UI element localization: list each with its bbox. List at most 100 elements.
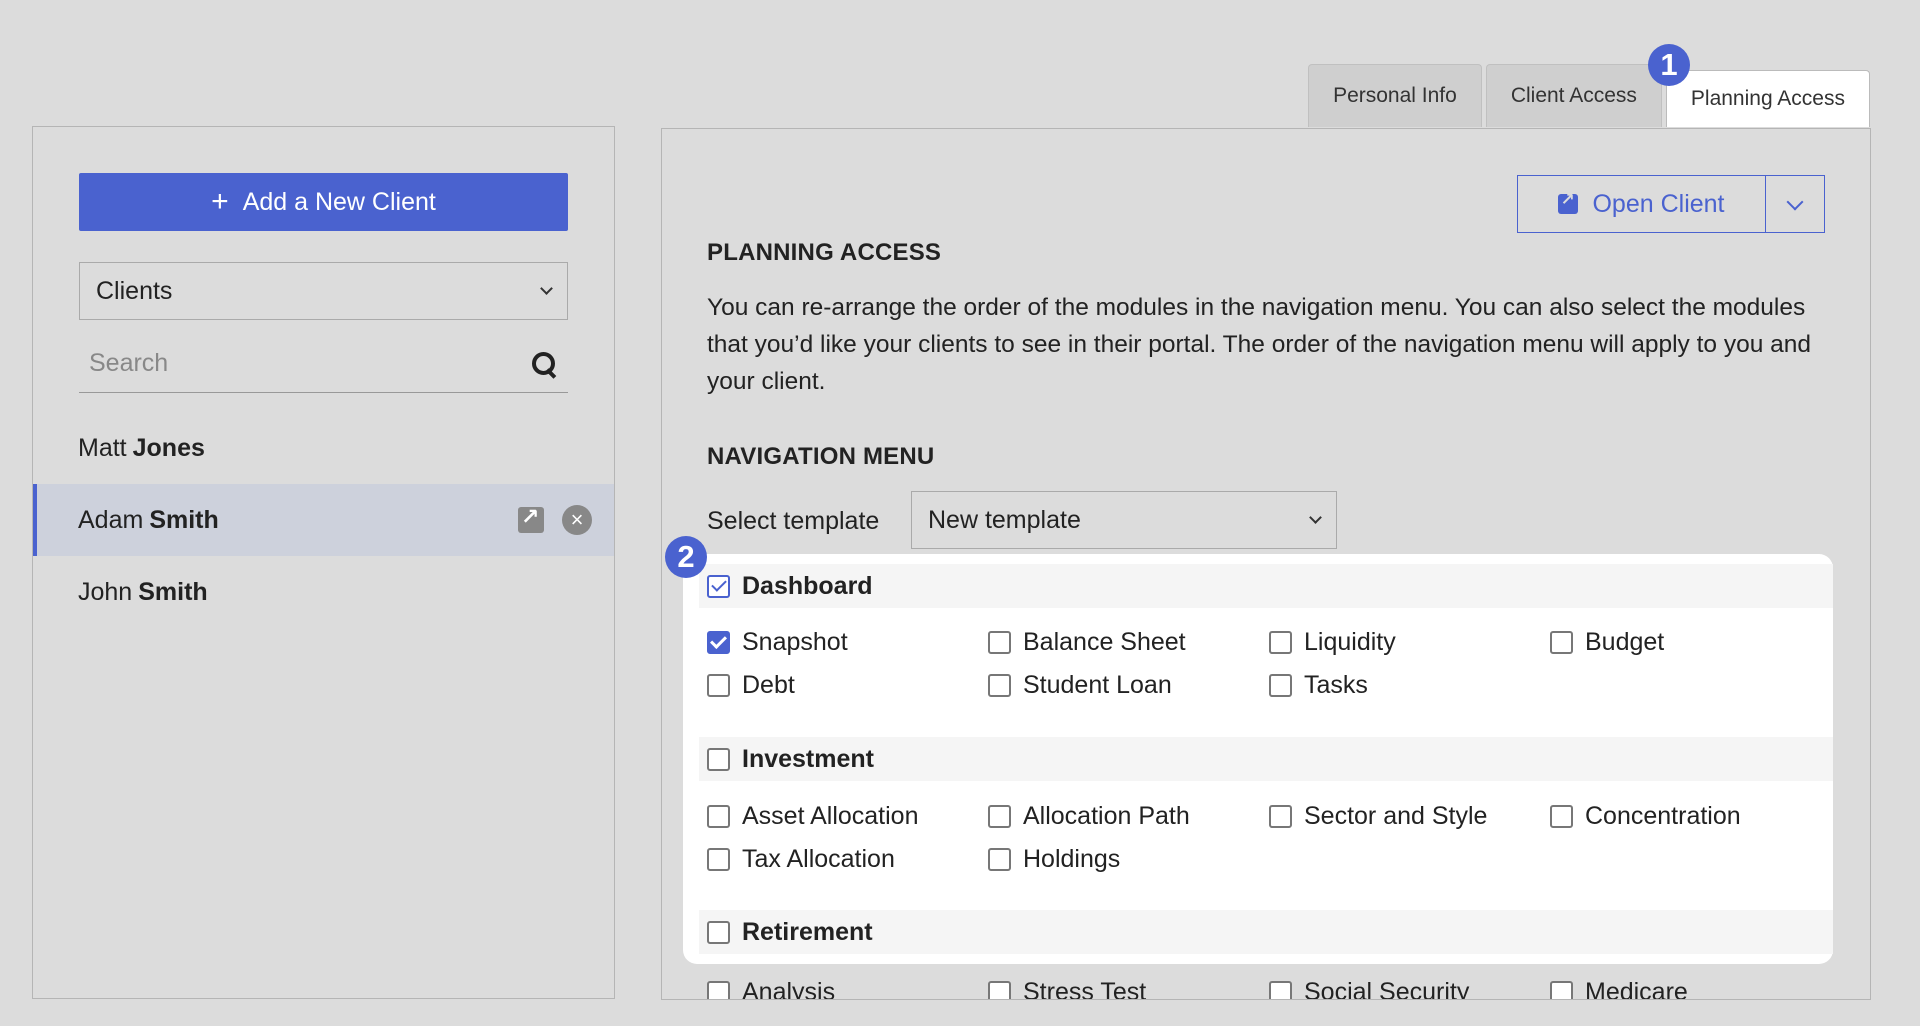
module-label: Stress Test: [1023, 978, 1147, 1000]
close-icon[interactable]: ×: [562, 505, 592, 535]
module-analysis: Analysis: [707, 978, 836, 1000]
client-last-name: Smith: [138, 577, 208, 606]
open-client-label: Open Client: [1592, 189, 1725, 218]
module-checkbox[interactable]: [1550, 805, 1573, 828]
group-label: Retirement: [742, 917, 873, 946]
module-label: Tasks: [1304, 671, 1368, 699]
module-sector-and-style: Sector and Style: [1269, 802, 1487, 831]
chevron-down-icon: [540, 282, 553, 295]
add-client-button[interactable]: + Add a New Client: [79, 173, 568, 231]
module-checkbox[interactable]: [707, 805, 730, 828]
module-checkbox[interactable]: [988, 674, 1011, 697]
open-external-icon[interactable]: [518, 504, 544, 533]
module-checkbox[interactable]: [1550, 631, 1573, 654]
search-icon[interactable]: [530, 350, 558, 378]
client-filter-select[interactable]: Clients: [79, 262, 568, 320]
step-badge-1: 1: [1648, 44, 1690, 86]
group-checkbox-dashboard[interactable]: [707, 574, 730, 598]
client-first-name: John: [78, 577, 133, 606]
module-checkbox[interactable]: [1269, 674, 1292, 697]
add-client-label: Add a New Client: [242, 187, 436, 216]
module-label: Asset Allocation: [742, 802, 919, 830]
group-checkbox-retirement[interactable]: [707, 920, 730, 944]
module-checkbox[interactable]: [1269, 981, 1292, 999]
template-label: Select template: [707, 507, 880, 535]
open-client-split-button: Open Client: [1517, 175, 1825, 233]
module-tasks: Tasks: [1269, 671, 1368, 700]
client-row-john-smith[interactable]: John Smith: [33, 556, 614, 628]
tab-planning-access[interactable]: Planning Access: [1665, 70, 1870, 127]
module-label: Debt: [742, 671, 795, 699]
tab-personal-info[interactable]: Personal Info: [1308, 64, 1482, 127]
module-tax-allocation: Tax Allocation: [707, 845, 895, 874]
module-checkbox[interactable]: [707, 848, 730, 871]
module-social-security: Social Security: [1269, 978, 1470, 1000]
modules-list: Dashboard Snapshot Balance Sheet Liquidi…: [683, 554, 1833, 964]
module-student-loan: Student Loan: [988, 671, 1172, 700]
module-checkbox[interactable]: [1269, 805, 1292, 828]
tab-client-access[interactable]: Client Access: [1485, 64, 1662, 127]
chevron-down-icon: [1786, 193, 1804, 210]
client-first-name: Adam: [78, 505, 144, 534]
open-client-button[interactable]: Open Client: [1518, 176, 1766, 232]
client-sidebar: + Add a New Client Clients Matt Jones Ad…: [32, 126, 615, 999]
search-input[interactable]: [89, 349, 530, 378]
module-budget: Budget: [1550, 628, 1664, 657]
client-row-actions: ×: [518, 504, 592, 535]
tab-bar: Personal Info Client Access Planning Acc…: [1308, 64, 1870, 127]
module-label: Social Security: [1304, 978, 1470, 1000]
template-select[interactable]: New template: [911, 491, 1337, 549]
group-checkbox-investment[interactable]: [707, 747, 730, 771]
module-checkbox[interactable]: [1269, 631, 1292, 654]
module-label: Concentration: [1585, 802, 1741, 830]
step-badge-2: 2: [665, 536, 707, 578]
module-holdings: Holdings: [988, 845, 1120, 874]
module-label: Allocation Path: [1023, 802, 1190, 830]
group-dashboard: Dashboard: [699, 564, 1833, 608]
module-balance-sheet: Balance Sheet: [988, 628, 1186, 657]
navigation-menu-title: NAVIGATION MENU: [707, 443, 935, 470]
client-first-name: Matt: [78, 433, 127, 462]
module-asset-allocation: Asset Allocation: [707, 802, 919, 831]
client-row-matt-jones[interactable]: Matt Jones: [33, 412, 614, 484]
module-label: Snapshot: [742, 628, 848, 656]
module-checkbox[interactable]: [988, 805, 1011, 828]
module-label: Sector and Style: [1304, 802, 1488, 830]
module-medicare: Medicare: [1550, 978, 1688, 1000]
client-filter-value: Clients: [96, 276, 173, 305]
open-external-icon: [1558, 190, 1579, 214]
module-label: Analysis: [742, 978, 836, 1000]
module-snapshot: Snapshot: [707, 628, 848, 657]
module-stress-test: Stress Test: [988, 978, 1147, 1000]
module-checkbox[interactable]: [707, 981, 730, 999]
client-list: Matt Jones Adam Smith × John Smith: [33, 412, 614, 628]
module-allocation-path: Allocation Path: [988, 802, 1190, 831]
module-checkbox[interactable]: [1550, 981, 1573, 999]
client-last-name: Jones: [132, 433, 205, 462]
client-search: [79, 335, 568, 393]
chevron-down-icon: [1309, 511, 1322, 524]
planning-access-description: You can re-arrange the order of the modu…: [707, 294, 1812, 395]
planning-access-panel: Open Client PLANNING ACCESS You can re-a…: [661, 128, 1871, 1000]
module-label: Medicare: [1585, 978, 1688, 1000]
client-row-adam-smith[interactable]: Adam Smith ×: [33, 484, 614, 556]
module-label: Budget: [1585, 628, 1665, 656]
module-label: Holdings: [1023, 845, 1121, 873]
module-checkbox[interactable]: [707, 674, 730, 697]
module-checkbox[interactable]: [707, 631, 730, 654]
group-label: Investment: [742, 744, 874, 773]
module-label: Tax Allocation: [742, 845, 895, 873]
open-client-dropdown[interactable]: [1766, 176, 1824, 232]
module-checkbox[interactable]: [988, 631, 1011, 654]
template-value: New template: [928, 505, 1081, 534]
module-checkbox[interactable]: [988, 848, 1011, 871]
plus-icon: +: [211, 185, 229, 218]
module-label: Student Loan: [1023, 671, 1172, 699]
client-last-name: Smith: [149, 505, 219, 534]
module-concentration: Concentration: [1550, 802, 1741, 831]
planning-access-title: PLANNING ACCESS: [707, 239, 942, 266]
module-label: Balance Sheet: [1023, 628, 1186, 656]
module-liquidity: Liquidity: [1269, 628, 1396, 657]
module-checkbox[interactable]: [988, 981, 1011, 999]
group-label: Dashboard: [742, 571, 873, 600]
